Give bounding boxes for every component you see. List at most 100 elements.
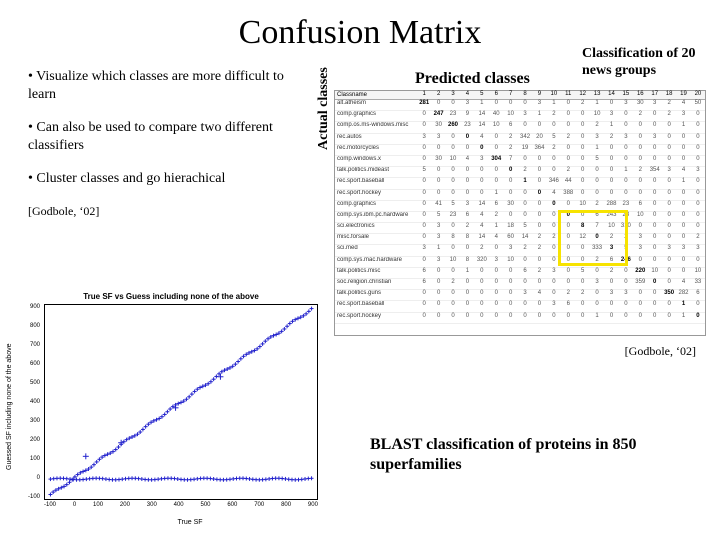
matrix-cell: 0 <box>532 190 546 200</box>
matrix-cell: 0 <box>561 145 575 155</box>
matrix-cell: 0 <box>503 279 517 289</box>
matrix-cell: 4 <box>489 234 503 244</box>
matrix-cell: 0 <box>518 279 532 289</box>
matrix-cell: 30 <box>633 100 647 110</box>
matrix-cell: 1 <box>431 245 445 255</box>
matrix-row: alt.atheism281003100031021033032450 <box>335 100 705 111</box>
matrix-cell: 6 <box>489 201 503 211</box>
matrix-cell: 1 <box>532 111 546 121</box>
matrix-cell: 0 <box>547 290 561 300</box>
bullet-item: • Cluster classes and go hierachical <box>28 170 310 188</box>
matrix-cell: 354 <box>648 167 662 177</box>
matrix-cell: 6 <box>518 268 532 278</box>
matrix-cell: 3 <box>532 100 546 110</box>
matrix-cell: 1 <box>489 223 503 233</box>
matrix-cell: 44 <box>561 178 575 188</box>
matrix-row: sci.electronics030241185000871031000000 <box>335 223 705 234</box>
matrix-row: comp.graphics024723914401031200103020230 <box>335 111 705 122</box>
matrix-row-label: talk.politics.misc <box>335 268 417 278</box>
matrix-row-label: comp.windows.x <box>335 156 417 166</box>
matrix-cell: 0 <box>662 156 676 166</box>
matrix-cell: 30 <box>431 156 445 166</box>
matrix-cell: 0 <box>648 234 662 244</box>
matrix-cell: 2 <box>547 111 561 121</box>
matrix-cell: 0 <box>547 122 561 132</box>
matrix-row-label: talk.politics.guns <box>335 290 417 300</box>
matrix-cell: 0 <box>503 190 517 200</box>
matrix-cell: 0 <box>561 156 575 166</box>
matrix-cell: 0 <box>417 178 431 188</box>
matrix-cell: 0 <box>662 122 676 132</box>
matrix-row: rec.sport.baseball0000000103464400000001… <box>335 178 705 189</box>
matrix-cell: 1 <box>676 178 690 188</box>
matrix-cell: 0 <box>547 167 561 177</box>
matrix-cell: 3 <box>676 111 690 121</box>
matrix-cell: 0 <box>691 301 705 311</box>
matrix-cell: 0 <box>575 122 589 132</box>
matrix-cell: 0 <box>691 223 705 233</box>
scatter-xtick: 300 <box>147 502 157 508</box>
matrix-row-label: rec.autos <box>335 134 417 144</box>
scatter-ytick: 900 <box>30 304 40 310</box>
matrix-cell: 0 <box>489 145 503 155</box>
matrix-cell: 0 <box>648 111 662 121</box>
matrix-cell: 0 <box>518 313 532 323</box>
matrix-cell: 0 <box>648 290 662 300</box>
matrix-row: talk.politics.guns0000000340220330035028… <box>335 290 705 301</box>
matrix-cell: 0 <box>431 268 445 278</box>
matrix-col-header: 11 <box>561 91 575 99</box>
matrix-cell: 0 <box>417 212 431 222</box>
matrix-cell: 5 <box>431 212 445 222</box>
matrix-cell: 364 <box>532 145 546 155</box>
matrix-cell: 0 <box>604 100 618 110</box>
matrix-cell: 0 <box>648 190 662 200</box>
matrix-cell: 0 <box>561 279 575 289</box>
matrix-cell: 1 <box>604 122 618 132</box>
matrix-cell: 0 <box>431 100 445 110</box>
scatter-xtick: 500 <box>200 502 210 508</box>
matrix-cell: 0 <box>662 268 676 278</box>
matrix-cell: 3 <box>619 290 633 300</box>
matrix-cell: 0 <box>503 212 517 222</box>
scatter-xtick: 900 <box>308 502 318 508</box>
matrix-cell: 0 <box>590 268 604 278</box>
matrix-cell: 14 <box>475 234 489 244</box>
matrix-cell: 2 <box>460 223 474 233</box>
matrix-col-header: 16 <box>633 91 647 99</box>
matrix-cell: 0 <box>460 301 474 311</box>
matrix-col-header: 7 <box>503 91 517 99</box>
matrix-cell: 0 <box>676 223 690 233</box>
bullet-list: • Visualize which classes are more diffi… <box>0 58 320 219</box>
matrix-cell: 60 <box>503 234 517 244</box>
matrix-cell: 0 <box>676 257 690 267</box>
matrix-cell: 2 <box>561 134 575 144</box>
matrix-row: comp.sys.mac.hardware0310832031000000262… <box>335 257 705 268</box>
matrix-cell: 0 <box>648 156 662 166</box>
matrix-cell: 0 <box>619 156 633 166</box>
matrix-row-label: comp.graphics <box>335 201 417 211</box>
matrix-cell: 0 <box>662 190 676 200</box>
matrix-cell: 1 <box>590 145 604 155</box>
matrix-cell: 5 <box>417 167 431 177</box>
matrix-cell: 3 <box>648 100 662 110</box>
matrix-cell: 247 <box>431 111 445 121</box>
matrix-cell: 0 <box>518 212 532 222</box>
matrix-cell: 2 <box>633 111 647 121</box>
matrix-cell: 3 <box>518 111 532 121</box>
matrix-cell: 304 <box>489 156 503 166</box>
matrix-cell: 0 <box>633 145 647 155</box>
cluster-highlight-box <box>558 210 628 266</box>
matrix-cell: 0 <box>460 145 474 155</box>
matrix-cell: 3 <box>604 290 618 300</box>
matrix-cell: 0 <box>532 257 546 267</box>
matrix-row-label: rec.sport.baseball <box>335 301 417 311</box>
matrix-cell: 0 <box>489 245 503 255</box>
matrix-cell: 2 <box>489 212 503 222</box>
scatter-ylabel: Guessed SF including none of the above <box>6 344 13 470</box>
matrix-cell: 10 <box>633 212 647 222</box>
matrix-cell: 2 <box>561 167 575 177</box>
matrix-cell: 0 <box>489 301 503 311</box>
matrix-cell: 0 <box>662 313 676 323</box>
matrix-cell: 0 <box>518 156 532 166</box>
matrix-row-label: misc.forsale <box>335 234 417 244</box>
